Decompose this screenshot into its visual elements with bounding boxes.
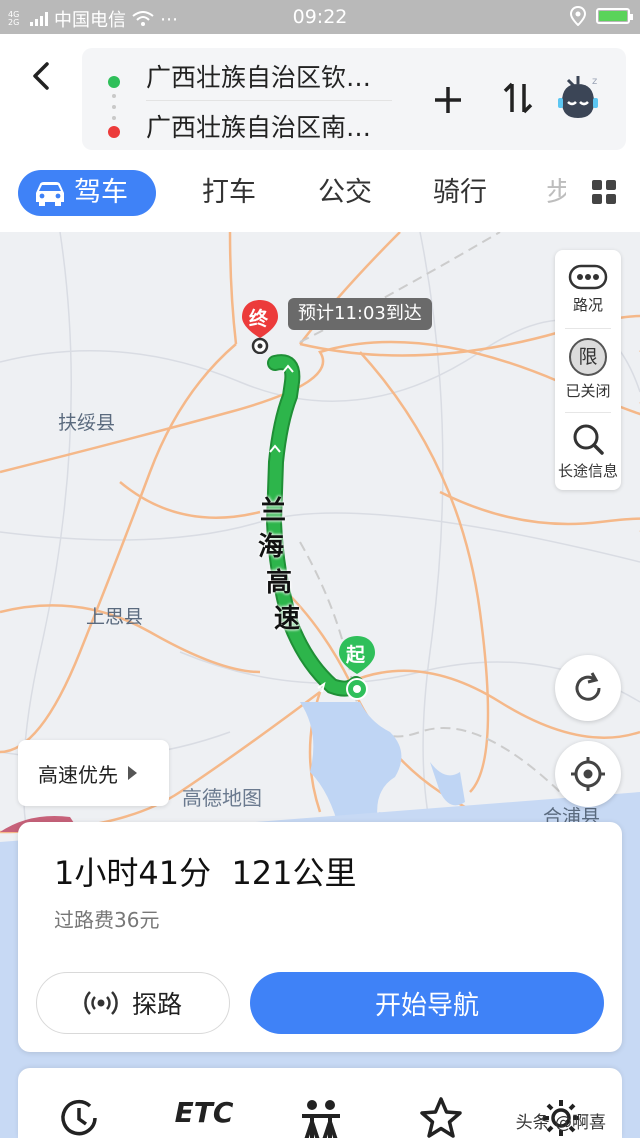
back-button[interactable] bbox=[22, 56, 62, 96]
map-watermark: 高德地图 bbox=[182, 786, 262, 810]
assistant-robot-icon[interactable]: z bbox=[552, 72, 604, 126]
schedule-button[interactable] bbox=[54, 1096, 104, 1138]
people-icon bbox=[302, 1100, 340, 1138]
restriction-toggle[interactable]: 限 已关闭 bbox=[555, 338, 621, 401]
add-waypoint-button[interactable] bbox=[430, 82, 466, 118]
start-navigation-button[interactable]: 开始导航 bbox=[250, 972, 604, 1034]
map-label-fusui: 扶绥县 bbox=[58, 412, 116, 434]
favorite-button[interactable] bbox=[416, 1096, 466, 1138]
transport-tabs: 驾车 打车 公交 骑行 步 bbox=[0, 166, 640, 220]
route-connector bbox=[112, 94, 116, 120]
route-header: 广西壮族自治区钦… 广西壮族自治区南… z 驾车 打车 公交 骑行 步 bbox=[0, 34, 640, 232]
destination-field[interactable]: 广西壮族自治区南… bbox=[146, 108, 371, 144]
source-watermark: 头条 @啊喜 bbox=[515, 1113, 606, 1133]
refresh-route-button[interactable] bbox=[555, 655, 621, 721]
destination-marker[interactable]: 终 bbox=[240, 298, 280, 355]
traffic-label: 路况 bbox=[572, 296, 603, 314]
tab-bike[interactable]: 骑行 bbox=[433, 170, 487, 216]
long-trip-info-button[interactable]: 长途信息 bbox=[555, 422, 621, 481]
tab-bus[interactable]: 公交 bbox=[318, 170, 372, 216]
search-icon bbox=[573, 424, 604, 455]
road-name-char: 高 bbox=[266, 568, 293, 598]
locate-me-button[interactable] bbox=[555, 741, 621, 807]
destination-dot-icon bbox=[108, 126, 120, 138]
route-preference-button[interactable]: 高速优先 bbox=[18, 740, 169, 806]
route-duration: 1小时41分 bbox=[54, 854, 212, 892]
map-label-shangsi: 上思县 bbox=[86, 606, 144, 628]
eta-tooltip: 预计11:03到达 bbox=[288, 298, 432, 330]
locate-icon bbox=[571, 757, 605, 791]
end-marker-label: 终 bbox=[249, 308, 269, 330]
refresh-icon bbox=[575, 672, 601, 701]
broadcast-icon bbox=[84, 991, 118, 1015]
status-time: 09:22 bbox=[292, 6, 348, 28]
traffic-toggle[interactable]: 路况 bbox=[555, 264, 621, 315]
explore-route-button[interactable]: 探路 bbox=[36, 972, 230, 1034]
road-name-char: 兰 bbox=[260, 496, 287, 526]
divider bbox=[565, 328, 611, 329]
svg-text:z: z bbox=[592, 76, 597, 87]
clock-icon bbox=[61, 1099, 97, 1136]
tab-taxi[interactable]: 打车 bbox=[202, 170, 256, 216]
road-name-char: 海 bbox=[258, 532, 285, 562]
explore-label: 探路 bbox=[131, 990, 182, 1019]
etc-button[interactable]: ETC bbox=[174, 1096, 234, 1138]
route-input-box: 广西壮族自治区钦… 广西壮族自治区南… z bbox=[82, 48, 626, 150]
toll-fee: 过路费36元 bbox=[54, 908, 160, 932]
road-name-label: 兰 海 高 速 bbox=[252, 490, 308, 640]
restriction-label: 已关闭 bbox=[565, 382, 611, 400]
long-trip-label: 长途信息 bbox=[557, 462, 618, 480]
origin-field[interactable]: 广西壮族自治区钦… bbox=[146, 58, 371, 94]
more-modes-grid-icon[interactable] bbox=[592, 180, 616, 204]
star-icon bbox=[420, 1097, 462, 1138]
tab-walk[interactable]: 步 bbox=[546, 170, 566, 216]
bottom-toolbar: ETC 头条 @啊喜 bbox=[18, 1068, 622, 1138]
route-preference-label: 高速优先 bbox=[38, 762, 118, 787]
origin-marker[interactable]: 起 bbox=[336, 634, 378, 704]
origin-dot-icon bbox=[108, 76, 120, 88]
traffic-icon bbox=[568, 264, 608, 290]
start-marker-label: 起 bbox=[346, 644, 366, 666]
divider bbox=[146, 100, 392, 101]
swap-route-button[interactable] bbox=[500, 78, 536, 118]
battery-icon bbox=[596, 8, 633, 24]
tab-drive[interactable]: 驾车 bbox=[18, 170, 156, 216]
restriction-icon: 限 bbox=[569, 338, 607, 376]
divider bbox=[565, 412, 611, 413]
location-icon bbox=[570, 6, 586, 26]
etc-label: ETC bbox=[174, 1096, 234, 1129]
status-bar: 4G 2G 中国电信 ⋯ 09:22 bbox=[0, 0, 640, 34]
map-tools-panel: 路况 限 已关闭 长途信息 bbox=[555, 250, 621, 490]
road-name-char: 速 bbox=[274, 604, 301, 634]
car-icon bbox=[36, 182, 64, 206]
companion-button[interactable] bbox=[296, 1096, 346, 1138]
route-distance: 121公里 bbox=[231, 854, 357, 892]
route-summary-card: 1小时41分 121公里 过路费36元 探路 开始导航 bbox=[18, 822, 622, 1052]
chevron-right-icon bbox=[128, 766, 137, 780]
tab-drive-label: 驾车 bbox=[74, 177, 128, 208]
route-summary[interactable]: 1小时41分 121公里 bbox=[54, 848, 357, 894]
